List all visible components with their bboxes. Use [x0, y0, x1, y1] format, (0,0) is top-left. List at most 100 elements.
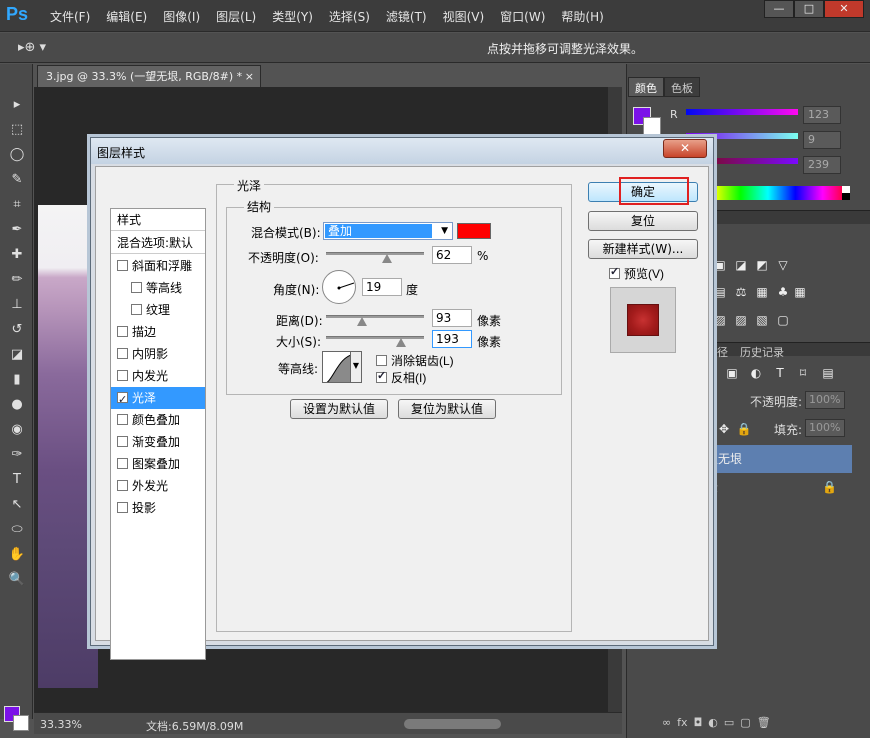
hand-icon[interactable]: ✋	[7, 546, 27, 564]
photo-filter-icon[interactable]: ▦	[754, 285, 770, 299]
make-default-button[interactable]: 设置为默认值	[290, 399, 388, 419]
satin-color-swatch[interactable]	[457, 223, 491, 239]
contour-dropdown-arrow[interactable]: ▼	[350, 351, 362, 383]
style-item-11[interactable]: 投影	[111, 497, 205, 519]
maximize-button[interactable]: □	[794, 0, 824, 18]
style-checkbox[interactable]	[131, 304, 142, 315]
r-channel-slider[interactable]	[686, 109, 798, 115]
document-tab[interactable]: 3.jpg @ 33.3% (一望无垠, RGB/8#) * ×	[37, 65, 261, 87]
g-channel-value[interactable]: 9	[803, 131, 841, 149]
layer-row-background[interactable]: 景 🔒	[700, 473, 852, 501]
tool-preset-picker[interactable]: ▸⊕ ▾	[18, 40, 46, 55]
filter-type-icon[interactable]: T	[772, 366, 788, 380]
style-item-5[interactable]: 内发光	[111, 365, 205, 387]
r-channel-value[interactable]: 123	[803, 106, 841, 124]
blur-icon[interactable]: ●	[7, 396, 27, 414]
selective-color-icon[interactable]: ▢	[775, 313, 791, 327]
color-panel-background-swatch[interactable]	[643, 117, 661, 135]
gradient-map-icon[interactable]: ▽	[775, 258, 791, 272]
preview-checkbox-box[interactable]	[609, 265, 620, 279]
curves-icon[interactable]: ◪	[733, 258, 749, 272]
eyedropper-icon[interactable]: ✒	[7, 221, 27, 239]
black-white-picker[interactable]	[842, 186, 850, 200]
color-panel-tab-0[interactable]: 颜色	[628, 77, 664, 97]
style-item-7[interactable]: 颜色叠加	[111, 409, 205, 431]
channel-mixer-icon[interactable]: ♣	[775, 285, 791, 299]
minimize-button[interactable]: —	[764, 0, 794, 18]
angle-input[interactable]: 19	[362, 278, 402, 296]
filter-shape-icon[interactable]: ⌑	[795, 366, 811, 380]
menu-item-5[interactable]: 选择(S)	[321, 8, 378, 25]
adjustment-layer-icon[interactable]: ◐	[708, 716, 718, 729]
opacity-input[interactable]: 62	[432, 246, 472, 264]
quick-select-icon[interactable]: ✎	[7, 171, 27, 189]
layers-panel-tab-1[interactable]: 历史记录	[734, 342, 790, 362]
lock-all-icon[interactable]: 🔒	[736, 422, 752, 436]
posterize-icon[interactable]: ▨	[733, 313, 749, 327]
style-checkbox[interactable]	[117, 370, 128, 381]
filter-smart-icon[interactable]: ▤	[820, 366, 836, 380]
exposure-icon[interactable]: ◩	[754, 258, 770, 272]
new-style-button[interactable]: 新建样式(W)...	[588, 239, 698, 259]
style-item-2[interactable]: 纹理	[111, 299, 205, 321]
color-balance-icon[interactable]: ⚖	[733, 285, 749, 299]
layer-fill-input[interactable]: 100%	[805, 419, 845, 437]
style-item-10[interactable]: 外发光	[111, 475, 205, 497]
stamp-icon[interactable]: ⊥	[7, 296, 27, 314]
brush-icon[interactable]: ✏	[7, 271, 27, 289]
invert-checkbox-box[interactable]	[376, 369, 387, 383]
angle-dial[interactable]	[322, 270, 356, 304]
type-icon[interactable]: T	[7, 471, 27, 489]
style-item-4[interactable]: 内阴影	[111, 343, 205, 365]
color-panel-tab-1[interactable]: 色板	[664, 77, 700, 97]
invert-checkbox[interactable]: 反相(I)	[376, 369, 426, 386]
zoom-level[interactable]: 33.33%	[40, 718, 82, 731]
move-icon[interactable]: ▸	[7, 96, 27, 114]
menu-item-1[interactable]: 编辑(E)	[98, 8, 155, 25]
b-channel-value[interactable]: 239	[803, 156, 841, 174]
filter-adjust-icon[interactable]: ◐	[748, 366, 764, 380]
new-layer-icon[interactable]: ▢	[740, 716, 750, 729]
style-checkbox[interactable]	[131, 282, 142, 293]
close-tab-icon[interactable]: ×	[245, 66, 254, 87]
dialog-close-button[interactable]: ✕	[663, 139, 707, 158]
style-item-9[interactable]: 图案叠加	[111, 453, 205, 475]
distance-slider[interactable]	[326, 315, 424, 318]
layer-style-icon[interactable]: fx	[677, 716, 687, 729]
blend-mode-select[interactable]: 叠加 ▼	[323, 222, 453, 240]
styles-header[interactable]: 样式	[111, 209, 205, 231]
menu-item-6[interactable]: 滤镜(T)	[378, 8, 435, 25]
reset-button[interactable]: 复位	[588, 211, 698, 231]
style-checkbox[interactable]	[117, 348, 128, 359]
antialias-checkbox-box[interactable]	[376, 355, 387, 366]
menu-item-9[interactable]: 帮助(H)	[553, 8, 611, 25]
dialog-titlebar[interactable]: 图层样式 ✕	[91, 138, 713, 164]
style-checkbox[interactable]	[117, 260, 128, 271]
adjust-icon-5[interactable]: ▤	[712, 285, 728, 299]
add-mask-icon[interactable]: ◘	[694, 716, 703, 729]
style-checkbox[interactable]	[117, 480, 128, 491]
horizontal-scrollbar-thumb[interactable]	[404, 719, 501, 729]
shape-icon[interactable]: ⬭	[7, 521, 27, 539]
filter-pixel-icon[interactable]: ▣	[724, 366, 740, 380]
healing-icon[interactable]: ✚	[7, 246, 27, 264]
style-checkbox[interactable]	[117, 389, 128, 411]
new-group-icon[interactable]: ▭	[724, 716, 734, 729]
marquee-icon[interactable]: ⬚	[7, 121, 27, 139]
distance-slider-thumb[interactable]	[357, 317, 368, 326]
menu-item-7[interactable]: 视图(V)	[435, 8, 493, 25]
style-item-6[interactable]: 光泽	[111, 387, 205, 411]
distance-input[interactable]: 93	[432, 309, 472, 327]
adjust-icon-1[interactable]: ▣	[712, 258, 728, 272]
antialias-checkbox[interactable]: 消除锯齿(L)	[376, 352, 454, 369]
style-item-3[interactable]: 描边	[111, 321, 205, 343]
link-layers-icon[interactable]: ∞	[662, 716, 671, 729]
preview-checkbox[interactable]: 预览(V)	[609, 265, 664, 282]
style-checkbox[interactable]	[117, 436, 128, 447]
close-window-button[interactable]: ✕	[824, 0, 864, 18]
size-slider[interactable]	[326, 336, 424, 339]
layer-row-selected[interactable]: 望无垠	[700, 445, 852, 473]
adjust-icon-10[interactable]: ▨	[712, 313, 728, 327]
style-item-8[interactable]: 渐变叠加	[111, 431, 205, 453]
lasso-icon[interactable]: ◯	[7, 146, 27, 164]
